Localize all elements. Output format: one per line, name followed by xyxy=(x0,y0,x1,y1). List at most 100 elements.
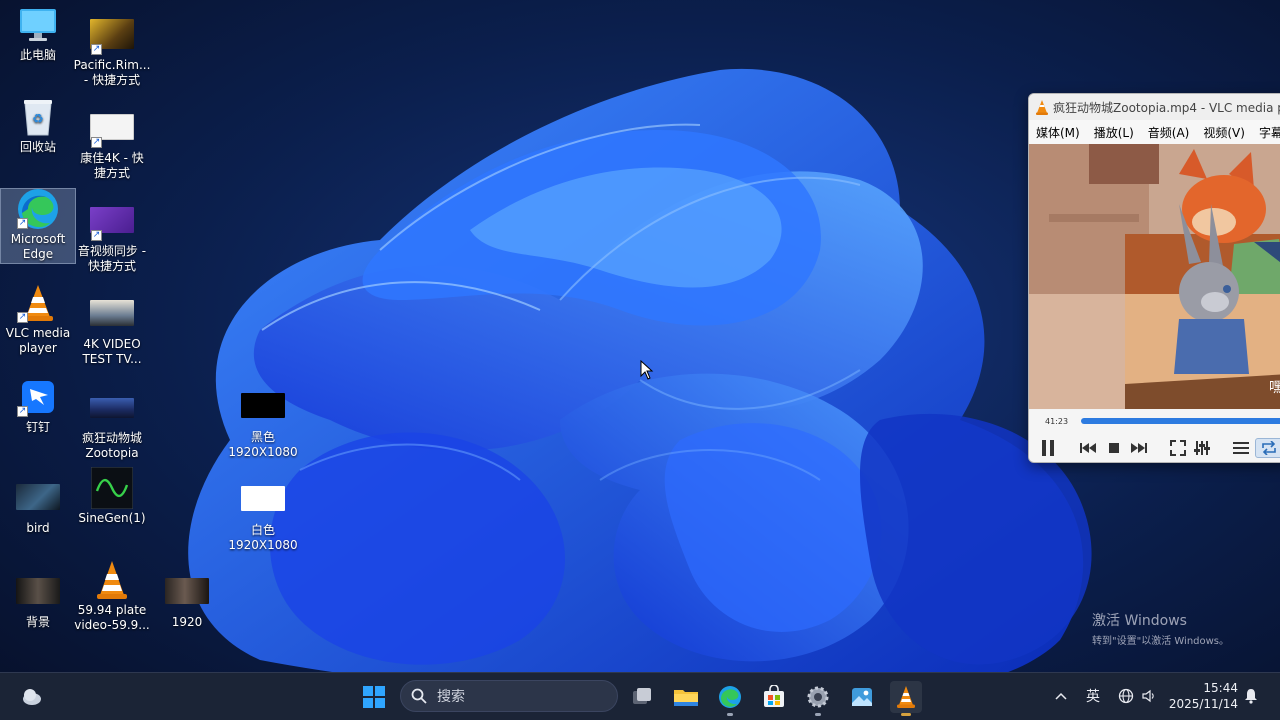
image-thumbnail-icon xyxy=(241,387,285,427)
desktop-icon-recycle-bin[interactable]: ♻ 回收站 xyxy=(0,97,76,155)
desktop-icon-dingtalk[interactable]: ↗ 钉钉 xyxy=(0,377,76,435)
mouse-cursor-icon xyxy=(640,360,654,380)
video-thumbnail-icon xyxy=(90,294,134,334)
image-thumbnail-icon xyxy=(241,480,285,520)
clock[interactable]: 15:44 2025/11/14 xyxy=(1168,680,1238,712)
vlc-taskbar-button[interactable] xyxy=(890,681,922,716)
globe-icon xyxy=(1118,688,1134,704)
desktop-icon-black-image[interactable]: 黑色 1920X1080 xyxy=(225,387,301,460)
activation-title: 激活 Windows xyxy=(1092,613,1187,629)
pause-button[interactable] xyxy=(1037,438,1059,458)
next-button[interactable] xyxy=(1130,438,1148,458)
desktop-icon-av-sync[interactable]: ↗ 音视频同步 - 快捷方式 xyxy=(74,201,150,274)
monitor-icon xyxy=(16,5,60,45)
start-button[interactable] xyxy=(358,681,390,713)
seek-bar-row: 41:23 xyxy=(1029,410,1280,432)
desktop-icon-sinegen[interactable]: SineGen(1) xyxy=(74,467,150,526)
desktop-icon-1920[interactable]: 1920 xyxy=(149,572,225,630)
desktop-icon-label: 音视频同步 - 快捷方式 xyxy=(77,244,147,273)
vlc-cone-icon: ↗ xyxy=(16,283,60,323)
desktop-icon-label: 4K VIDEO TEST TV... xyxy=(82,337,142,366)
weather-cloud-icon xyxy=(23,689,41,705)
desktop-icon-4k-video-test[interactable]: 4K VIDEO TEST TV... xyxy=(74,294,150,367)
subtitle-text: 嘿 xyxy=(1269,380,1280,396)
video-thumbnail-icon: ↗ xyxy=(90,201,134,241)
active-indicator xyxy=(901,713,911,716)
desktop-icon-vlc[interactable]: ↗ VLC media player xyxy=(0,283,76,356)
notifications-button[interactable] xyxy=(1244,672,1258,720)
menu-audio[interactable]: 音频(A) xyxy=(1141,124,1197,141)
vlc-cone-icon xyxy=(1036,99,1048,115)
elapsed-time: 41:23 xyxy=(1045,416,1069,426)
desktop-icon-edge[interactable]: ↗ Microsoft Edge xyxy=(0,188,76,264)
desktop-icon-background[interactable]: 背景 xyxy=(0,572,76,630)
desktop-icon-label: 背景 xyxy=(25,615,50,629)
vlc-icon xyxy=(897,686,915,708)
pause-icon xyxy=(1042,440,1054,456)
video-thumbnail-icon: ↗ xyxy=(90,108,134,148)
vlc-controls xyxy=(1029,432,1280,462)
previous-button[interactable] xyxy=(1079,438,1097,458)
desktop-icon-label: SineGen(1) xyxy=(78,511,146,525)
shortcut-arrow-icon: ↗ xyxy=(17,312,28,323)
show-hidden-icons-button[interactable] xyxy=(1054,672,1068,720)
previous-icon xyxy=(1080,443,1096,453)
desktop-icon-bird[interactable]: bird xyxy=(0,478,76,536)
desktop-icon-label: 1920 xyxy=(171,615,203,629)
task-view-icon xyxy=(633,688,651,704)
equalizer-icon xyxy=(1194,441,1210,455)
desktop-icon-label: 此电脑 xyxy=(19,48,56,62)
playlist-button[interactable] xyxy=(1231,438,1251,458)
input-method-label: 英 xyxy=(1086,689,1100,705)
vlc-menubar: 媒体(M) 播放(L) 音频(A) 视频(V) 字幕 xyxy=(1029,120,1280,144)
recycle-bin-icon: ♻ xyxy=(16,97,60,137)
shortcut-arrow-icon: ↗ xyxy=(91,44,102,55)
activation-watermark: 激活 Windows 转到"设置"以激活 Windows。 xyxy=(1092,610,1229,647)
volume-button[interactable] xyxy=(1141,672,1157,720)
stop-button[interactable] xyxy=(1105,438,1123,458)
bell-icon xyxy=(1245,689,1257,704)
vlc-window[interactable]: 疯狂动物城Zootopia.mp4 - VLC media player 媒体(… xyxy=(1028,93,1280,463)
desktop-icon-zootopia[interactable]: 疯狂动物城 Zootopia xyxy=(74,388,150,461)
seek-slider[interactable] xyxy=(1080,418,1280,424)
desktop-icon-this-pc[interactable]: 此电脑 xyxy=(0,5,76,63)
desktop-icon-label: 康佳4K - 快 捷方式 xyxy=(80,151,144,180)
desktop-icon-label: Microsoft Edge xyxy=(10,232,66,261)
menu-subtitle[interactable]: 字幕 xyxy=(1252,124,1280,141)
vlc-titlebar[interactable]: 疯狂动物城Zootopia.mp4 - VLC media player xyxy=(1029,94,1280,120)
start-icon xyxy=(363,686,385,708)
photos-icon xyxy=(852,688,872,706)
store-button[interactable] xyxy=(758,681,790,713)
menu-media[interactable]: 媒体(M) xyxy=(1029,124,1087,141)
clock-date: 2025/11/14 xyxy=(1168,697,1238,711)
fullscreen-button[interactable] xyxy=(1168,438,1188,458)
desktop-icon-pacific-rim[interactable]: ↗ Pacific.Rim... - 快捷方式 xyxy=(74,15,150,88)
desktop-icon-white-image[interactable]: 白色 1920X1080 xyxy=(225,480,301,553)
settings-button[interactable] xyxy=(802,681,834,716)
loop-button[interactable] xyxy=(1255,438,1280,458)
edge-taskbar-button[interactable] xyxy=(714,681,746,716)
widgets-button[interactable] xyxy=(16,681,48,713)
desktop-icon-plate-video[interactable]: 59.94 plate video-59.9... xyxy=(74,560,150,633)
loop-icon xyxy=(1262,441,1276,455)
playlist-icon xyxy=(1233,442,1249,454)
svg-text:♻: ♻ xyxy=(32,112,44,127)
clock-time: 15:44 xyxy=(1203,681,1238,695)
input-method-indicator[interactable]: 英 xyxy=(1086,672,1100,720)
task-view-button[interactable] xyxy=(626,681,658,713)
extended-settings-button[interactable] xyxy=(1192,438,1212,458)
taskbar-search-box[interactable]: 搜索 xyxy=(400,680,618,712)
microsoft-store-icon xyxy=(764,685,784,707)
network-button[interactable] xyxy=(1118,672,1134,720)
vlc-window-title: 疯狂动物城Zootopia.mp4 - VLC media player xyxy=(1053,100,1280,115)
menu-video[interactable]: 视频(V) xyxy=(1196,124,1252,141)
next-icon xyxy=(1131,443,1147,453)
shortcut-arrow-icon: ↗ xyxy=(91,137,102,148)
desktop-icon-konka-4k[interactable]: ↗ 康佳4K - 快 捷方式 xyxy=(74,108,150,181)
shortcut-arrow-icon: ↗ xyxy=(17,218,28,229)
video-frame[interactable]: 嘿 xyxy=(1029,144,1280,409)
menu-playback[interactable]: 播放(L) xyxy=(1087,124,1141,141)
file-explorer-button[interactable] xyxy=(670,681,702,713)
desktop-icon-label: 黑色 1920X1080 xyxy=(228,430,298,459)
photos-button[interactable] xyxy=(846,681,878,713)
